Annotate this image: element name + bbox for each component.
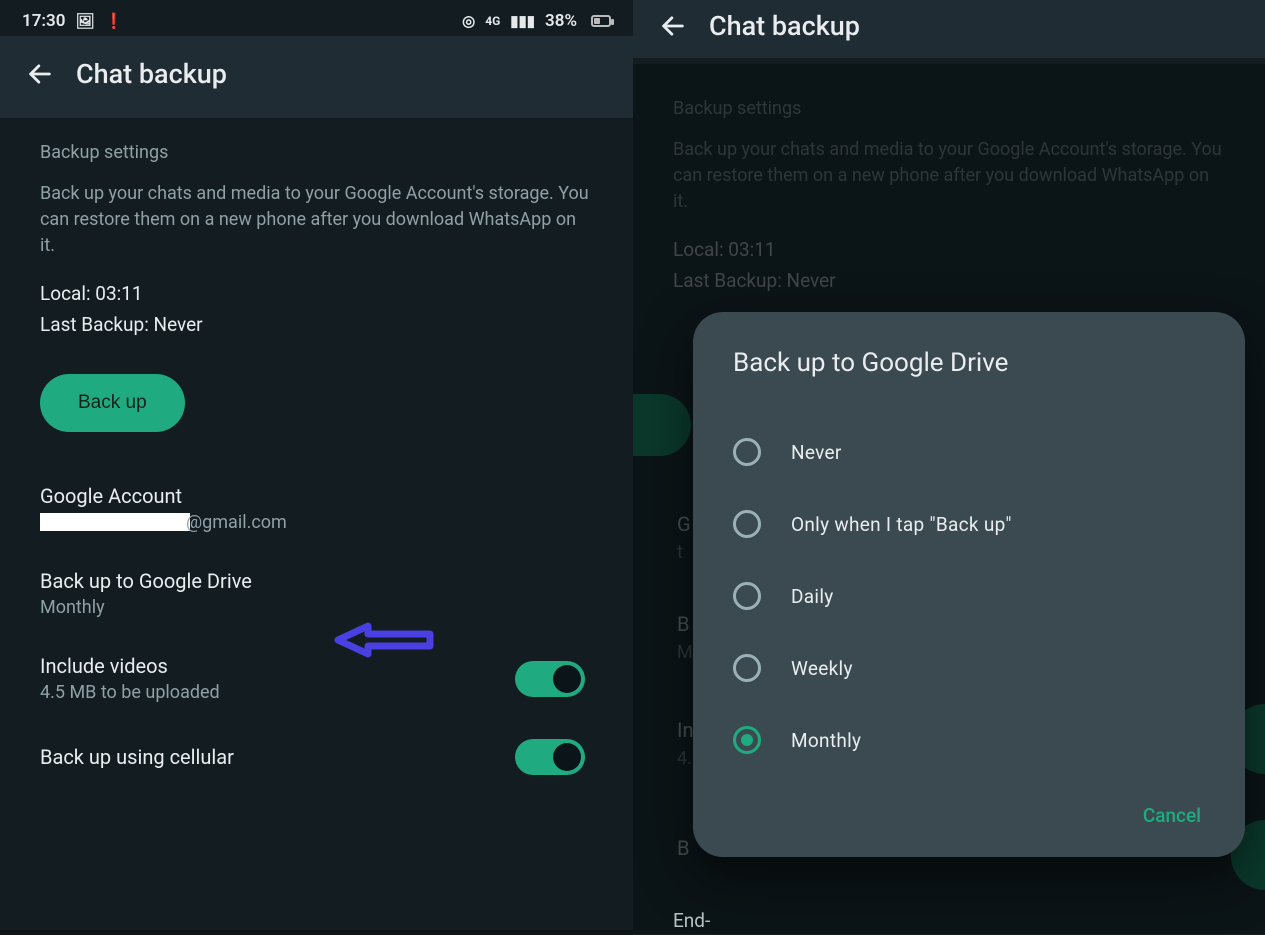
bg-letter: G bbox=[677, 512, 691, 536]
backup-button[interactable]: Back up bbox=[40, 374, 185, 432]
google-account-item[interactable]: Google Account @gmail.com bbox=[0, 466, 633, 551]
dialog-option-label: Only when I tap "Back up" bbox=[791, 513, 1012, 536]
radio-icon bbox=[733, 510, 761, 538]
hotspot-icon: ◎ bbox=[462, 12, 475, 30]
image-icon: 🖼 bbox=[75, 12, 94, 30]
status-time: 17:30 bbox=[22, 11, 65, 31]
section-heading: Backup settings bbox=[40, 142, 593, 163]
battery-icon bbox=[591, 15, 611, 27]
google-account-email: @gmail.com bbox=[40, 512, 593, 533]
radio-icon bbox=[733, 654, 761, 682]
include-videos-item[interactable]: Include videos 4.5 MB to be uploaded bbox=[0, 636, 633, 721]
include-videos-label: Include videos bbox=[40, 654, 220, 678]
gdrive-frequency-dialog: Back up to Google Drive Never Only when I… bbox=[693, 312, 1245, 857]
cutoff-text: End- bbox=[673, 909, 710, 932]
local-backup-line: Local: 03:11 bbox=[40, 279, 593, 309]
dialog-option[interactable]: Only when I tap "Back up" bbox=[733, 488, 1217, 560]
backup-settings-section: Backup settings Back up your chats and m… bbox=[0, 118, 633, 466]
gdrive-label: Back up to Google Drive bbox=[40, 569, 593, 593]
app-bar: Chat backup bbox=[633, 0, 1265, 64]
last-backup-line: Last Backup: Never bbox=[673, 266, 1225, 296]
dialog-option[interactable]: Weekly bbox=[733, 632, 1217, 704]
alert-icon: ❗ bbox=[105, 12, 124, 30]
google-account-label: Google Account bbox=[40, 484, 593, 508]
dialog-option[interactable]: Monthly bbox=[733, 704, 1217, 776]
section-description: Back up your chats and media to your Goo… bbox=[673, 137, 1225, 215]
radio-icon bbox=[733, 726, 761, 754]
section-heading: Backup settings bbox=[673, 98, 1225, 119]
radio-icon bbox=[733, 582, 761, 610]
page-title: Chat backup bbox=[76, 58, 227, 90]
dialog-option-label: Never bbox=[791, 441, 842, 464]
cellular-label: Back up using cellular bbox=[40, 745, 234, 769]
backup-settings-section: Backup settings Back up your chats and m… bbox=[633, 64, 1265, 296]
dialog-option-label: Weekly bbox=[791, 657, 853, 680]
bg-letter: 4. bbox=[677, 748, 692, 769]
page-title: Chat backup bbox=[709, 10, 860, 42]
redaction-bar bbox=[40, 513, 190, 531]
backup-button-peek bbox=[633, 394, 691, 456]
dialog-option-label: Monthly bbox=[791, 729, 861, 752]
bg-letter: B bbox=[677, 836, 689, 860]
include-videos-sub: 4.5 MB to be uploaded bbox=[40, 682, 220, 703]
bg-letter: t bbox=[677, 542, 683, 563]
backup-to-gdrive-item[interactable]: Back up to Google Drive Monthly bbox=[0, 551, 633, 636]
include-videos-toggle[interactable] bbox=[515, 661, 585, 697]
cellular-toggle[interactable] bbox=[515, 739, 585, 775]
bg-letter: In bbox=[677, 718, 693, 742]
battery-text: 38% bbox=[545, 11, 577, 31]
dialog-option[interactable]: Daily bbox=[733, 560, 1217, 632]
bg-letter: M bbox=[677, 642, 693, 663]
bg-letter: B bbox=[677, 612, 689, 636]
4g-icon: 4G bbox=[485, 14, 500, 28]
dialog-option[interactable]: Never bbox=[733, 416, 1217, 488]
status-bar: 17:30 🖼 ❗ ◎ 4G ▮▮▮ 38% bbox=[0, 0, 633, 36]
app-bar: Chat backup bbox=[0, 36, 633, 118]
dialog-option-label: Daily bbox=[791, 585, 834, 608]
dialog-title: Back up to Google Drive bbox=[733, 348, 1217, 378]
signal-icon: ▮▮▮ bbox=[510, 12, 535, 30]
gdrive-value: Monthly bbox=[40, 597, 593, 618]
section-description: Back up your chats and media to your Goo… bbox=[40, 181, 593, 259]
back-button[interactable] bbox=[659, 12, 687, 40]
local-backup-line: Local: 03:11 bbox=[673, 235, 1225, 265]
last-backup-line: Last Backup: Never bbox=[40, 310, 593, 340]
dialog-cancel-button[interactable]: Cancel bbox=[1127, 794, 1217, 837]
cellular-item[interactable]: Back up using cellular bbox=[0, 721, 633, 793]
back-button[interactable] bbox=[26, 60, 54, 88]
radio-icon bbox=[733, 438, 761, 466]
